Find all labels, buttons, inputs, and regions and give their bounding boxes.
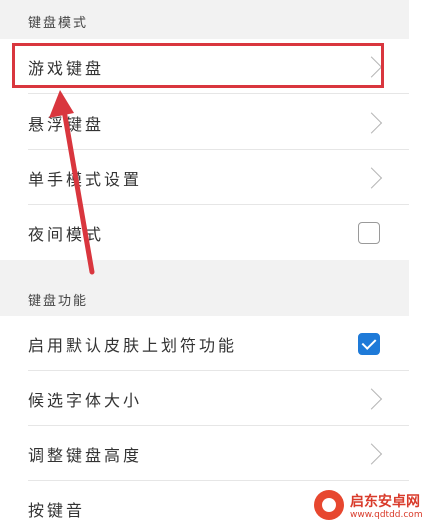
watermark-title: 启东安卓网 [350,494,420,510]
watermark-url: www.qdtdd.com [350,510,423,520]
annotation-arrow [49,90,95,275]
watermark-logo-icon [314,490,344,520]
watermark: 启东安卓网 www.qdtdd.com [300,480,439,529]
